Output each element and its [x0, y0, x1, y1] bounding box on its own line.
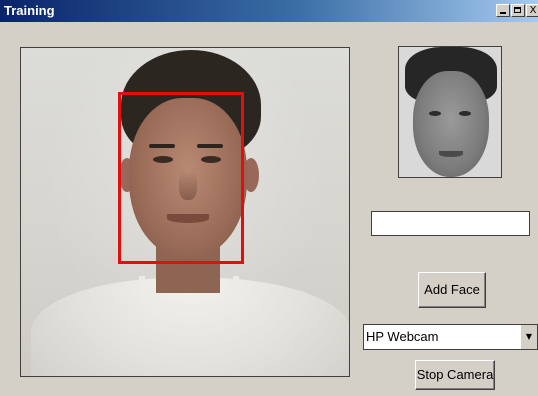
- thumbnail-face: [413, 71, 489, 177]
- camera-select-value: HP Webcam: [366, 329, 439, 344]
- add-face-button[interactable]: Add Face: [418, 272, 486, 308]
- maximize-icon: [514, 7, 521, 13]
- close-button[interactable]: X: [526, 4, 538, 17]
- face-detection-box: [118, 92, 244, 264]
- chevron-down-icon[interactable]: ▼: [520, 325, 537, 349]
- thumbnail-eye-right: [459, 111, 471, 116]
- maximize-button[interactable]: [511, 4, 525, 17]
- window-title: Training: [4, 3, 55, 18]
- minimize-icon: [500, 12, 506, 14]
- training-window: Training X Add Face HP Webcam ▼ Stop Cam…: [0, 0, 538, 396]
- thumbnail-mouth: [439, 151, 463, 157]
- title-bar[interactable]: Training X: [0, 0, 538, 22]
- thumbnail-eye-left: [429, 111, 441, 116]
- detected-face-thumbnail: [398, 46, 502, 178]
- face-name-input[interactable]: [371, 211, 530, 236]
- person-collar: [139, 276, 239, 310]
- camera-select[interactable]: HP Webcam ▼: [363, 324, 538, 350]
- stop-camera-button[interactable]: Stop Camera: [415, 360, 495, 390]
- minimize-button[interactable]: [496, 4, 510, 17]
- camera-feed: [20, 47, 350, 377]
- close-icon: X: [529, 5, 537, 16]
